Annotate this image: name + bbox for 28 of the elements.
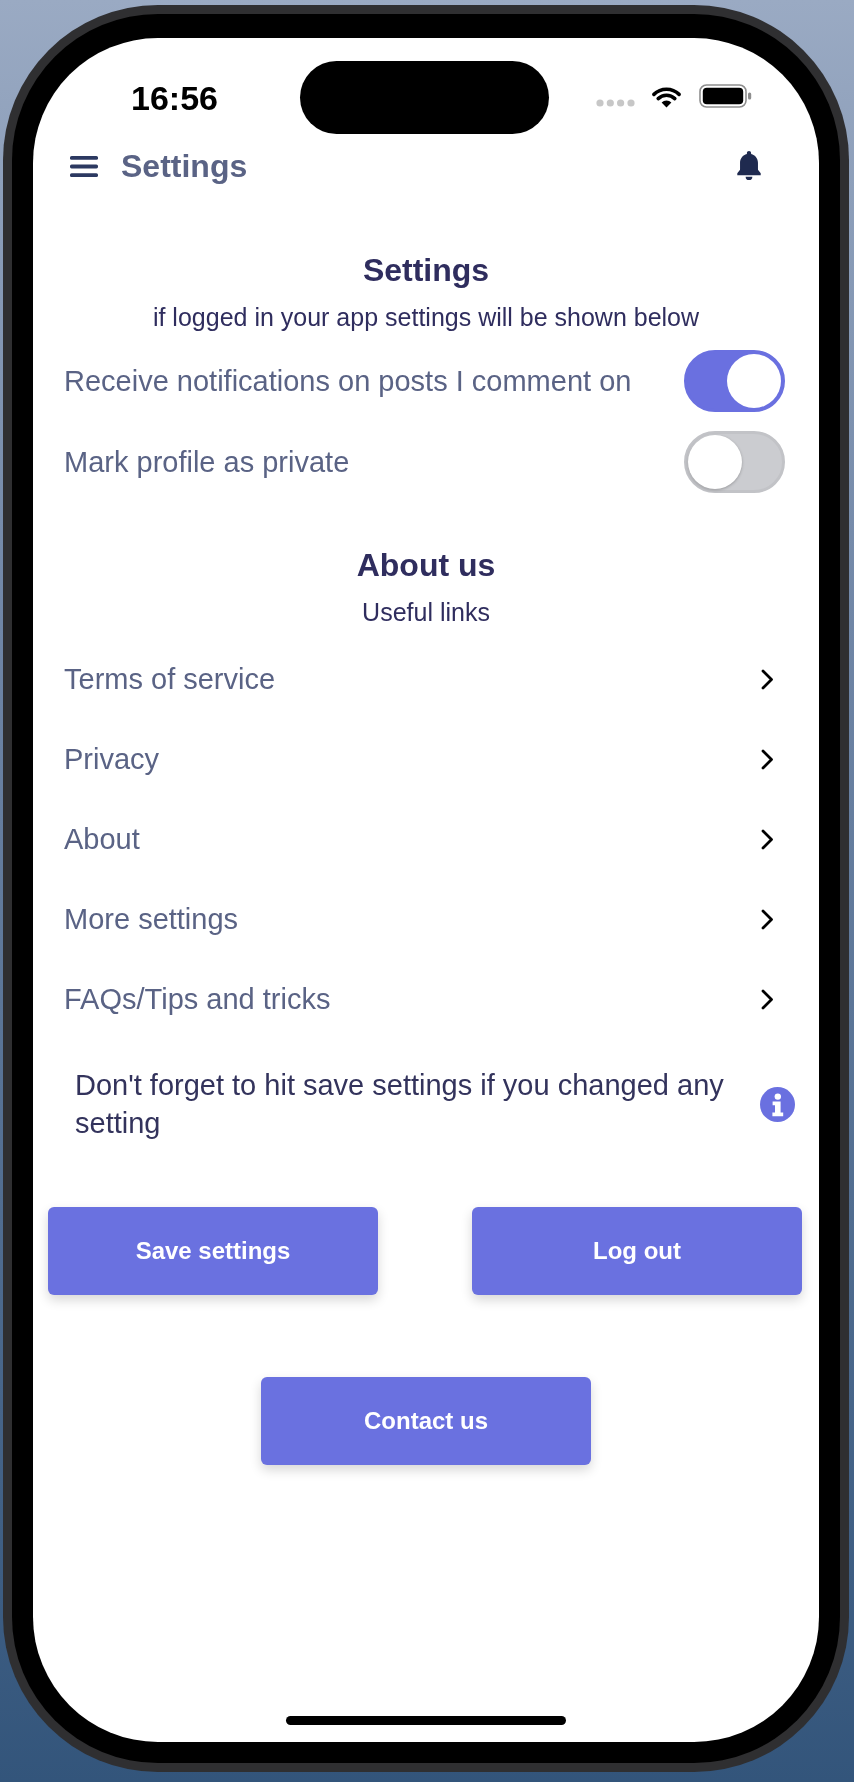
link-item[interactable]: Terms of service xyxy=(64,655,774,703)
section-subtitle: Useful links xyxy=(361,597,491,628)
section-title: Settings xyxy=(361,251,491,290)
toggle-label: Receive notifications on posts I comment on xyxy=(64,364,632,399)
link-item[interactable]: About xyxy=(64,815,774,863)
menu-icon[interactable] xyxy=(70,155,98,177)
chevron-right-icon xyxy=(761,908,774,930)
chevron-right-icon xyxy=(761,748,774,770)
section-title: About us xyxy=(355,546,497,585)
battery-icon xyxy=(699,84,752,108)
chevron-right-icon xyxy=(761,988,774,1010)
contact-us-button[interactable]: Contact us xyxy=(261,1377,591,1465)
link-item[interactable]: Privacy xyxy=(64,735,774,783)
bell-icon[interactable] xyxy=(734,149,764,183)
chevron-right-icon xyxy=(761,828,774,850)
info-text: Don't forget to hit save settings if you changed any setting xyxy=(75,1068,725,1141)
link-item[interactable]: More settings xyxy=(64,895,774,943)
wifi-icon xyxy=(650,84,683,108)
chevron-right-icon xyxy=(761,668,774,690)
status-time: 16:56 xyxy=(131,80,219,116)
info-icon xyxy=(760,1086,795,1122)
log-out-button[interactable]: Log out xyxy=(472,1207,802,1295)
page-title: Settings xyxy=(121,147,248,186)
toggle-label: Mark profile as private xyxy=(64,445,350,480)
section-subtitle: if logged in your app settings will be shown below xyxy=(151,302,701,333)
save-settings-button[interactable]: Save settings xyxy=(48,1207,378,1295)
cellular-signal-icon xyxy=(596,99,635,107)
link-item[interactable]: FAQs/Tips and tricks xyxy=(64,975,774,1023)
